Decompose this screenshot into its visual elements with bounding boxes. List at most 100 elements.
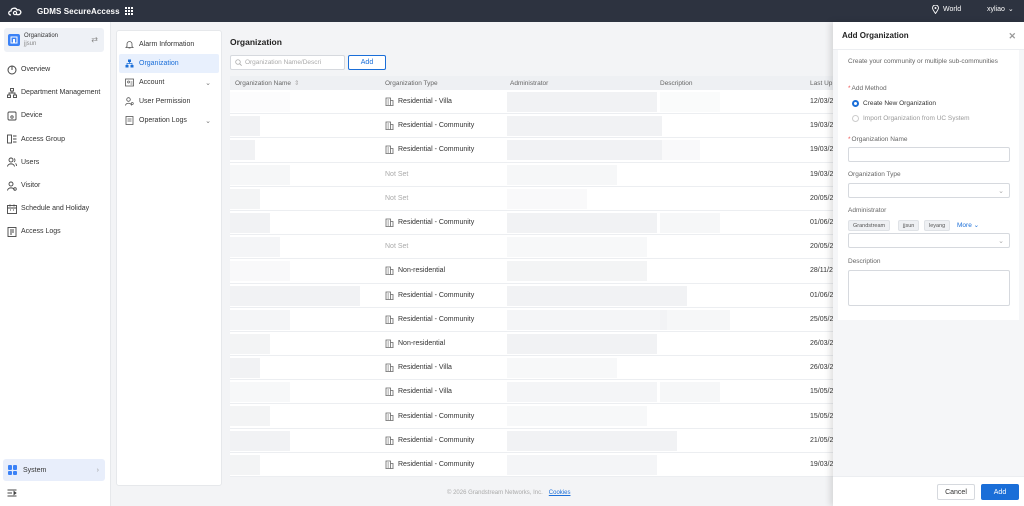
organization-type-cell: Not Set: [385, 187, 408, 210]
submenu-item-user-permission[interactable]: User Permission: [119, 92, 219, 111]
cancel-button[interactable]: Cancel: [937, 484, 975, 500]
building-icon: [385, 460, 394, 469]
table-row[interactable]: Non-residential 28/11/2: [230, 259, 834, 284]
organization-type-select[interactable]: ⌄: [848, 183, 1010, 198]
region-selector[interactable]: World: [932, 5, 961, 14]
admin-tag[interactable]: Grandstream: [848, 220, 891, 231]
sidebar-item-schedule-and-holiday[interactable]: Schedule and Holiday: [0, 197, 111, 220]
redacted-block: [230, 188, 260, 209]
table-row[interactable]: Residential - Community 21/05/2: [230, 428, 834, 453]
more-admins-link[interactable]: More ⌄: [957, 221, 979, 229]
page-title: Organization: [230, 37, 282, 47]
organization-type-cell: Not Set: [385, 163, 408, 186]
redacted-block: [230, 261, 290, 282]
table-row[interactable]: Not Set 19/03/2: [230, 162, 834, 187]
table-row[interactable]: Residential - Villa 12/03/2: [230, 90, 834, 115]
redacted-block: [660, 140, 700, 161]
sidebar-item-system[interactable]: System ›: [3, 459, 105, 481]
sidebar-item-label: Access Group: [21, 135, 65, 143]
table-row[interactable]: Not Set 20/05/2: [230, 186, 834, 211]
sidebar-item-device[interactable]: Device: [0, 104, 111, 127]
description-textarea[interactable]: [848, 270, 1010, 306]
redacted-block: [507, 285, 687, 306]
cookies-link[interactable]: Cookies: [549, 490, 571, 496]
table-row[interactable]: Residential - Community 19/03/2: [230, 452, 834, 477]
last-updated-cell: 19/03/2: [810, 122, 834, 130]
table-row[interactable]: Residential - Community 01/06/2: [230, 210, 834, 236]
organization-type-cell: Residential - Villa: [385, 380, 452, 403]
admin-tag[interactable]: jjsun: [898, 220, 920, 231]
table-row[interactable]: Residential - Community 19/03/2: [230, 114, 834, 139]
redacted-block: [507, 212, 657, 233]
table-row[interactable]: Non-residential 26/03/2: [230, 331, 834, 357]
building-icon: [385, 267, 394, 276]
chevron-down-icon: ⌄: [998, 238, 1004, 245]
sidebar-item-visitor[interactable]: Visitor: [0, 174, 111, 197]
redacted-block: [230, 454, 260, 475]
copyright-text: © 2026 Grandstream Networks, Inc.: [447, 490, 543, 496]
organization-type-text: Residential - Community: [398, 460, 475, 468]
table-row[interactable]: Not Set 20/05/2: [230, 235, 834, 260]
organization-type-text: Residential - Villa: [398, 364, 452, 372]
table-row[interactable]: Residential - Community 15/05/2: [230, 404, 834, 429]
search-box[interactable]: [230, 55, 345, 70]
organization-type-cell: Residential - Community: [385, 453, 474, 476]
search-icon: [235, 59, 242, 66]
organization-name-input[interactable]: [848, 147, 1010, 162]
visitor-icon: [7, 181, 17, 191]
organization-switcher[interactable]: Organization jjsun ⇄: [4, 28, 104, 52]
username: xyliao: [987, 5, 1005, 13]
sidebar-item-access-logs[interactable]: Access Logs: [0, 220, 111, 243]
submenu-item-alarm-information[interactable]: Alarm Information: [119, 35, 219, 54]
administrator-select[interactable]: ⌄: [848, 233, 1010, 248]
collapse-sidebar-icon[interactable]: [7, 488, 17, 498]
sidebar-item-access-group[interactable]: Access Group: [0, 128, 111, 151]
last-updated-cell: 21/05/2: [810, 436, 834, 444]
last-updated-cell: 25/05/2: [810, 315, 834, 323]
organization-type-cell: Residential - Community: [385, 308, 474, 331]
drawer-title: Add Organization: [842, 31, 909, 40]
redacted-block: [230, 382, 290, 403]
submenu-item-operation-logs[interactable]: Operation Logs ⌄: [119, 111, 219, 130]
table-row[interactable]: Residential - Villa 15/05/2: [230, 380, 834, 405]
table-body: Residential - Villa 12/03/2 Residential - …: [230, 90, 834, 477]
table-row[interactable]: Residential - Community 25/05/2: [230, 307, 834, 332]
redacted-block: [507, 406, 647, 427]
submenu-item-organization[interactable]: Organization: [119, 54, 219, 73]
calendar-icon: [7, 204, 17, 214]
submenu-item-account[interactable]: Account ⌄: [119, 73, 219, 92]
table-row[interactable]: Residential - Community 19/03/2: [230, 138, 834, 163]
last-updated-cell: 20/05/2: [810, 243, 834, 251]
close-icon[interactable]: ✕: [1008, 31, 1016, 42]
organization-type-text: Residential - Community: [398, 315, 475, 323]
table-row[interactable]: Residential - Community 01/06/2: [230, 283, 834, 308]
swap-icon[interactable]: ⇄: [91, 35, 98, 44]
sort-icon[interactable]: ⇕: [294, 79, 299, 87]
drawer-form: Create your community or multiple sub-co…: [838, 50, 1019, 320]
add-organization-button[interactable]: Add: [348, 55, 386, 70]
sidebar-item-label: System: [23, 466, 47, 474]
chevron-right-icon: ›: [96, 466, 99, 474]
radio-import-organization[interactable]: Import Organization from UC System: [852, 115, 970, 122]
sidebar-item-users[interactable]: Users: [0, 151, 111, 174]
table-row[interactable]: Residential - Villa 26/03/2: [230, 356, 834, 381]
organization-type-text: Residential - Community: [398, 146, 475, 154]
redacted-block: [507, 140, 662, 161]
column-header-organization-name[interactable]: Organization Name ⇕: [235, 76, 299, 90]
redacted-block: [230, 309, 290, 330]
organization-type-text: Residential - Community: [398, 412, 475, 420]
redacted-block: [230, 285, 360, 306]
submit-add-button[interactable]: Add: [981, 484, 1019, 500]
sidebar-item-overview[interactable]: Overview: [0, 58, 111, 81]
org-name: jjsun: [24, 41, 37, 47]
submenu-item-label: Organization: [139, 60, 179, 67]
organization-type-text: Not Set: [385, 170, 409, 178]
redacted-block: [507, 237, 647, 258]
admin-tag[interactable]: leyang: [924, 220, 951, 231]
building-icon: [385, 121, 394, 131]
user-menu[interactable]: xyliao ⌄: [987, 5, 1014, 14]
sidebar-item-department-management[interactable]: Department Management: [0, 81, 111, 104]
search-input[interactable]: [244, 59, 344, 66]
radio-create-new-organization[interactable]: Create New Organization: [852, 100, 936, 107]
app-grid-icon[interactable]: [124, 7, 133, 15]
